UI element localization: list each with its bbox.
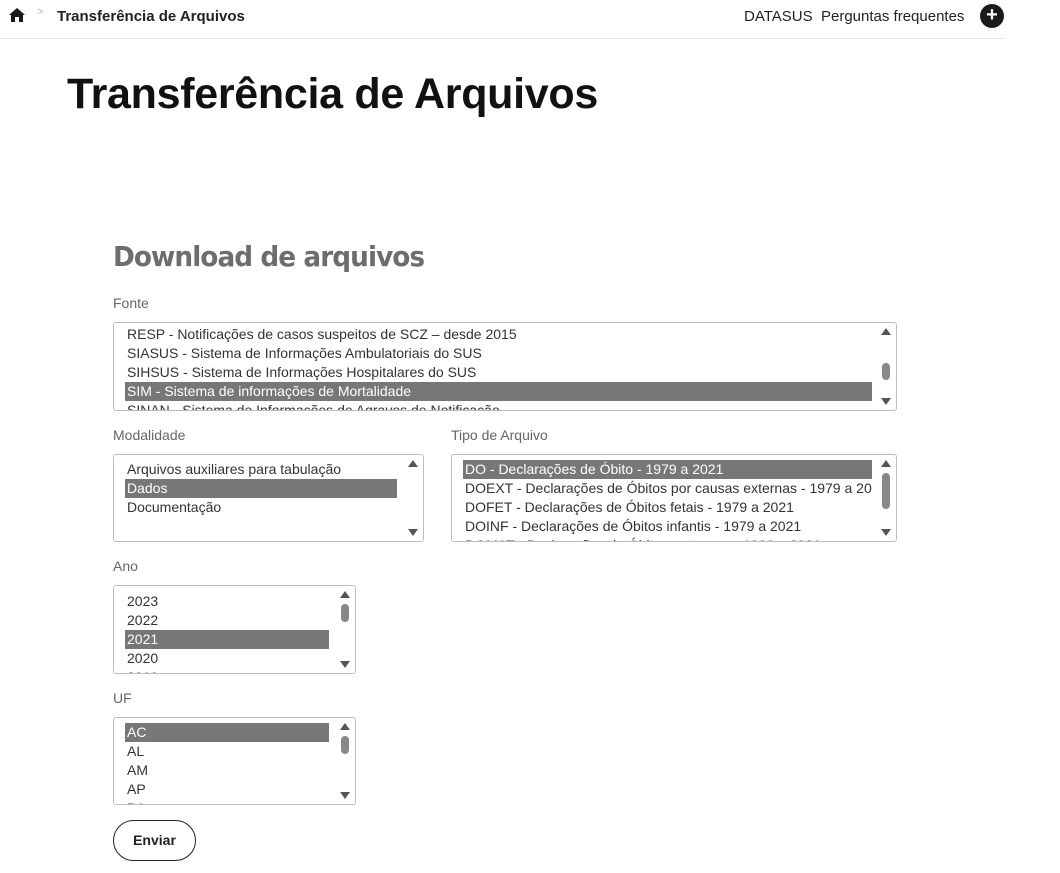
option-item[interactable]: AC bbox=[125, 723, 329, 742]
scroll-down-icon[interactable] bbox=[408, 529, 418, 536]
uf-select[interactable]: ACALAMAPBA bbox=[113, 717, 356, 805]
option-item[interactable]: DOEXT - Declarações de Óbitos por causas… bbox=[463, 479, 872, 498]
tipo-arquivo-options: DO - Declarações de Óbito - 1979 a 2021 D… bbox=[463, 460, 872, 541]
uf-label: UF bbox=[113, 690, 132, 706]
plus-circle-icon[interactable]: + bbox=[980, 4, 1004, 28]
ano-scrollbar[interactable] bbox=[335, 586, 355, 673]
ano-select[interactable]: 20232022202120202019 bbox=[113, 585, 356, 674]
fonte-options: RESP - Notificações de casos suspeitos d… bbox=[125, 325, 872, 410]
option-item[interactable]: DO - Declarações de Óbito - 1979 a 2021 bbox=[463, 460, 872, 479]
chevron-right-icon: > bbox=[37, 6, 44, 18]
scroll-down-icon[interactable] bbox=[881, 398, 891, 405]
scroll-up-icon[interactable] bbox=[340, 723, 350, 730]
ano-options: 20232022202120202019 bbox=[125, 592, 329, 673]
scroll-up-icon[interactable] bbox=[340, 591, 350, 598]
option-item[interactable]: AM bbox=[125, 761, 329, 780]
scroll-down-icon[interactable] bbox=[340, 792, 350, 799]
option-item[interactable]: AL bbox=[125, 742, 329, 761]
fonte-scrollbar[interactable] bbox=[876, 323, 896, 410]
section-title: Download de arquivos bbox=[113, 240, 425, 273]
scroll-thumb[interactable] bbox=[882, 473, 890, 509]
scroll-thumb[interactable] bbox=[882, 363, 890, 380]
scroll-down-icon[interactable] bbox=[881, 529, 891, 536]
uf-scrollbar[interactable] bbox=[335, 718, 355, 804]
option-item[interactable]: 2020 bbox=[125, 649, 329, 668]
option-item[interactable]: Arquivos auxiliares para tabulação bbox=[125, 460, 397, 479]
option-item[interactable]: DOINF - Declarações de Óbitos infantis -… bbox=[463, 517, 872, 536]
option-item[interactable]: RESP - Notificações de casos suspeitos d… bbox=[125, 325, 872, 344]
option-item[interactable]: DOFET - Declarações de Óbitos fetais - 1… bbox=[463, 498, 872, 517]
option-item[interactable]: 2021 bbox=[125, 630, 329, 649]
scroll-thumb[interactable] bbox=[341, 604, 349, 622]
ano-label: Ano bbox=[113, 558, 138, 574]
option-item[interactable]: Dados bbox=[125, 479, 397, 498]
option-item[interactable]: AP bbox=[125, 780, 329, 799]
nav-faq-link[interactable]: Perguntas frequentes bbox=[821, 8, 964, 25]
option-item[interactable]: SIASUS - Sistema de Informações Ambulato… bbox=[125, 344, 872, 363]
modalidade-options: Arquivos auxiliares para tabulação Dados D… bbox=[125, 460, 397, 517]
option-item[interactable]: SINAN - Sistema de Informações de Agravo… bbox=[125, 401, 872, 410]
modalidade-label: Modalidade bbox=[113, 427, 186, 443]
option-item[interactable]: SIM - Sistema de informações de Mortalid… bbox=[125, 382, 872, 401]
tipo-arquivo-select[interactable]: DO - Declarações de Óbito - 1979 a 2021 D… bbox=[451, 454, 897, 542]
scroll-thumb[interactable] bbox=[341, 736, 349, 754]
breadcrumb-current: Transferência de Arquivos bbox=[57, 8, 245, 25]
top-bar: > Transferência de Arquivos DATASUS Perg… bbox=[0, 0, 1005, 39]
option-item[interactable]: Documentação bbox=[125, 498, 397, 517]
scroll-down-icon[interactable] bbox=[340, 661, 350, 668]
submit-button[interactable]: Enviar bbox=[113, 820, 196, 861]
modalidade-select[interactable]: Arquivos auxiliares para tabulação Dados D… bbox=[113, 454, 424, 542]
modalidade-scrollbar[interactable] bbox=[403, 455, 423, 541]
page-title: Transferência de Arquivos bbox=[67, 70, 598, 118]
uf-options: ACALAMAPBA bbox=[125, 723, 329, 804]
fonte-select[interactable]: RESP - Notificações de casos suspeitos d… bbox=[113, 322, 897, 411]
scroll-up-icon[interactable] bbox=[881, 460, 891, 467]
option-item[interactable]: DOMAT - Declarações de Óbitos maternos -… bbox=[463, 536, 872, 541]
home-icon[interactable] bbox=[9, 8, 25, 22]
scroll-up-icon[interactable] bbox=[881, 328, 891, 335]
option-item[interactable]: 2019 bbox=[125, 668, 329, 673]
tipo-arquivo-scrollbar[interactable] bbox=[876, 455, 896, 541]
tipo-arquivo-label: Tipo de Arquivo bbox=[451, 427, 548, 443]
option-item[interactable]: BA bbox=[125, 799, 329, 804]
option-item[interactable]: 2023 bbox=[125, 592, 329, 611]
option-item[interactable]: SIHSUS - Sistema de Informações Hospital… bbox=[125, 363, 872, 382]
nav-datasus-link[interactable]: DATASUS bbox=[744, 8, 813, 25]
scroll-up-icon[interactable] bbox=[408, 460, 418, 467]
fonte-label: Fonte bbox=[113, 295, 149, 311]
option-item[interactable]: 2022 bbox=[125, 611, 329, 630]
